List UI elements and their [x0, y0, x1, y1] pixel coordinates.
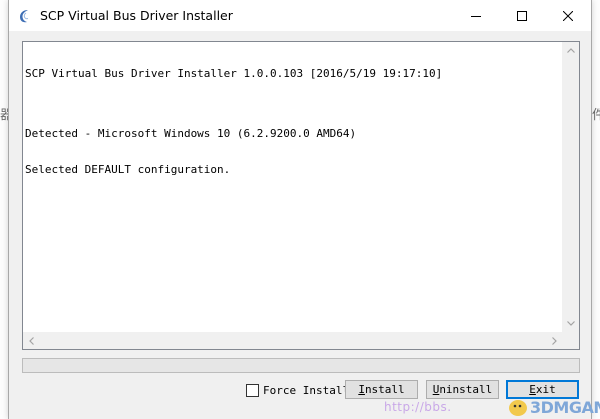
scroll-right-icon	[552, 336, 557, 345]
force-install-option[interactable]: Force Install	[246, 383, 349, 397]
minimize-icon	[471, 15, 481, 17]
background-text-right: 件	[592, 108, 600, 123]
watermark-brand: 3DMGAME	[530, 398, 600, 417]
scroll-right-button[interactable]	[546, 332, 563, 349]
uninstall-button-mnemonic: U	[432, 383, 440, 396]
exit-button-label: xit	[535, 383, 556, 396]
close-icon	[563, 10, 573, 21]
scroll-down-button[interactable]	[562, 315, 579, 332]
screen: 器 件 SCP Virtual Bus Driver Installer SCP…	[0, 0, 600, 419]
watermark: http://bbs. 3DMGAME	[384, 396, 600, 418]
scroll-down-icon	[566, 321, 575, 326]
watermark-url: http://bbs.	[384, 400, 452, 414]
log-line: Detected - Microsoft Windows 10 (6.2.920…	[25, 127, 357, 140]
scrollbar-corner	[562, 332, 579, 349]
force-install-checkbox[interactable]	[246, 383, 259, 397]
watermark-mascot-icon	[509, 400, 527, 416]
app-logo-icon	[20, 10, 29, 23]
log-line: SCP Virtual Bus Driver Installer 1.0.0.1…	[25, 67, 443, 80]
installer-window: SCP Virtual Bus Driver Installer SCP Vir…	[8, 0, 592, 419]
minimize-button[interactable]	[453, 0, 499, 31]
log-output[interactable]: SCP Virtual Bus Driver Installer 1.0.0.1…	[22, 41, 580, 350]
window-title: SCP Virtual Bus Driver Installer	[40, 8, 233, 23]
title-bar[interactable]: SCP Virtual Bus Driver Installer	[9, 0, 591, 31]
vertical-scroll-track[interactable]	[562, 59, 579, 315]
install-progress-bar	[22, 358, 580, 373]
scroll-up-icon	[566, 48, 575, 53]
close-button[interactable]	[545, 0, 591, 31]
log-line: Selected DEFAULT configuration.	[25, 163, 231, 176]
scroll-left-button[interactable]	[23, 332, 40, 349]
exit-button-mnemonic: E	[529, 383, 536, 396]
install-button-label: nstall	[364, 383, 405, 396]
maximize-icon	[517, 10, 527, 21]
scroll-up-button[interactable]	[562, 42, 579, 59]
maximize-button[interactable]	[499, 0, 545, 31]
scroll-left-icon	[29, 336, 34, 345]
install-button-mnemonic: I	[358, 383, 365, 396]
force-install-label[interactable]: Force Install	[263, 384, 349, 397]
horizontal-scrollbar[interactable]	[23, 332, 563, 349]
vertical-scrollbar[interactable]	[562, 42, 579, 332]
uninstall-button-label: ninstall	[439, 383, 493, 396]
log-text: SCP Virtual Bus Driver Installer 1.0.0.1…	[25, 44, 563, 200]
